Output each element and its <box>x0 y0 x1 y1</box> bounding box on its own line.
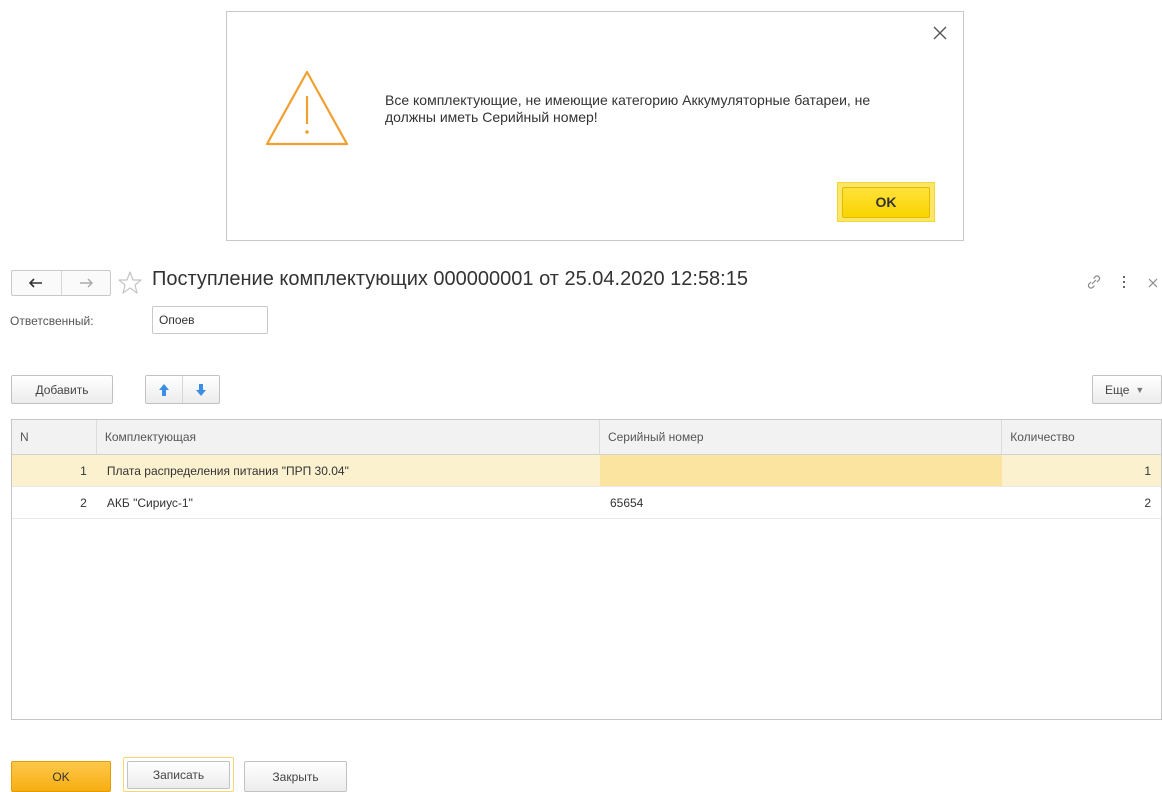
responsible-input[interactable] <box>152 306 268 334</box>
close-icon[interactable] <box>931 24 949 42</box>
cell-component[interactable]: Плата распределения питания "ПРП 30.04" <box>97 455 600 486</box>
dialog-ok-button[interactable]: OK <box>842 186 930 218</box>
navigation-buttons <box>11 270 111 296</box>
cell-n: 2 <box>80 495 87 510</box>
arrow-down-icon <box>196 383 206 396</box>
column-header-serial[interactable]: Серийный номер <box>600 420 1003 454</box>
column-header-component[interactable]: Комплектующая <box>97 420 600 454</box>
more-vertical-icon[interactable] <box>1119 273 1129 291</box>
link-icon[interactable] <box>1085 273 1103 291</box>
forward-button[interactable] <box>60 271 111 295</box>
dialog-ok-button-frame[interactable]: OK <box>837 182 935 222</box>
chevron-down-icon: ▼ <box>1135 384 1145 395</box>
table-row[interactable]: 2 АКБ "Сириус-1" 65654 2 <box>12 487 1161 519</box>
arrow-up-icon <box>159 383 169 396</box>
star-icon[interactable] <box>117 270 143 296</box>
cell-n: 1 <box>80 463 87 478</box>
more-button[interactable]: Еще ▼ <box>1092 375 1162 404</box>
message-dialog: Все комплектующие, не имеющие категорию … <box>226 11 964 241</box>
warning-icon <box>263 68 351 148</box>
save-button[interactable]: Записать <box>127 760 230 789</box>
cell-serial[interactable] <box>599 455 1003 486</box>
move-down-button[interactable] <box>182 376 219 403</box>
responsible-label: Ответсвенный: <box>10 314 94 328</box>
save-button-focus-frame: Записать <box>123 757 234 792</box>
close-icon[interactable] <box>1147 276 1159 288</box>
components-table: N Комплектующая Серийный номер Количеств… <box>11 419 1162 720</box>
table-header: N Комплектующая Серийный номер Количеств… <box>12 420 1161 455</box>
cell-component[interactable]: АКБ "Сириус-1" <box>97 487 600 518</box>
back-button[interactable] <box>12 271 61 295</box>
more-button-label: Еще <box>1105 382 1130 397</box>
move-up-button[interactable] <box>146 376 182 403</box>
cell-serial[interactable]: 65654 <box>600 487 1002 518</box>
table-row[interactable]: 1 Плата распределения питания "ПРП 30.04… <box>12 455 1161 487</box>
arrow-right-icon <box>79 278 93 288</box>
cell-quantity[interactable]: 1 <box>1002 455 1161 486</box>
page-title: Поступление комплектующих 000000001 от 2… <box>152 268 748 290</box>
arrow-left-icon <box>29 278 43 288</box>
dialog-message: Все комплектующие, не имеющие категорию … <box>385 92 871 125</box>
column-header-n[interactable]: N <box>12 420 97 454</box>
move-buttons <box>145 375 220 404</box>
column-header-quantity[interactable]: Количество <box>1002 420 1161 454</box>
cell-quantity[interactable]: 2 <box>1002 487 1161 518</box>
ok-button[interactable]: OK <box>11 761 111 792</box>
close-button[interactable]: Закрыть <box>244 761 347 792</box>
add-button[interactable]: Добавить <box>11 375 113 404</box>
